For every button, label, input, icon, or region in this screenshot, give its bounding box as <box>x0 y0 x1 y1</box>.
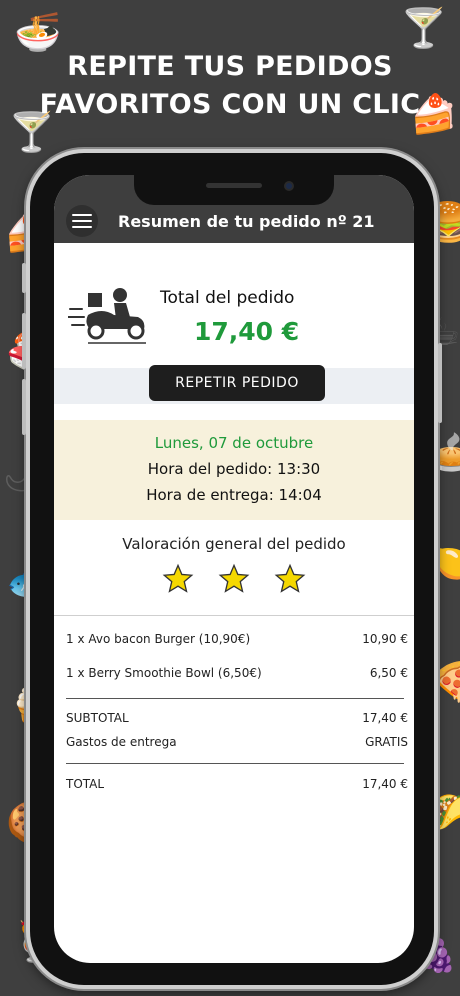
phone-power-button <box>438 343 442 423</box>
promo-headline: REPITE TUS PEDIDOS FAVORITOS CON UN CLIC <box>0 48 460 124</box>
order-item-row: 1 x Avo bacon Burger (10,90€) 10,90 € <box>66 632 408 646</box>
subtotal-label: SUBTOTAL <box>66 711 129 725</box>
items-divider <box>66 698 404 699</box>
item-description: 1 x Avo bacon Burger (10,90€) <box>66 632 251 646</box>
section-divider <box>54 615 414 616</box>
total-label: Total del pedido <box>160 288 295 308</box>
phone-screen: Resumen de tu pedido nº 21 Total del ped… <box>54 175 414 963</box>
phone-volume-up <box>22 313 26 369</box>
star-icon[interactable] <box>218 563 250 595</box>
cocktail-icon: 🍸 <box>400 6 448 50</box>
grand-total-value: 17,40 € <box>362 777 408 791</box>
delivery-rider-icon <box>68 288 146 344</box>
rating-stars <box>54 563 414 595</box>
rating-section: Valoración general del pedido <box>54 535 414 615</box>
phone-silent-switch <box>22 263 26 293</box>
delivery-time: Hora de entrega: 14:04 <box>146 486 322 504</box>
speaker-grille <box>206 183 262 188</box>
item-description: 1 x Berry Smoothie Bowl (6,50€) <box>66 666 262 680</box>
summary-divider <box>66 763 404 764</box>
order-date-section: Lunes, 07 de octubre Hora del pedido: 13… <box>54 420 414 520</box>
star-icon[interactable] <box>162 563 194 595</box>
item-price: 10,90 € <box>362 632 408 646</box>
delivery-fee-value: GRATIS <box>365 735 408 749</box>
rating-label: Valoración general del pedido <box>122 535 346 553</box>
subtotal-row: SUBTOTAL 17,40 € <box>66 711 408 725</box>
star-icon[interactable] <box>274 563 306 595</box>
front-camera <box>284 181 294 191</box>
delivery-fee-label: Gastos de entrega <box>66 735 177 749</box>
subtotal-value: 17,40 € <box>362 711 408 725</box>
order-day: Lunes, 07 de octubre <box>154 434 314 452</box>
phone-frame: Resumen de tu pedido nº 21 Total del ped… <box>22 149 442 989</box>
repeat-order-button[interactable]: REPETIR PEDIDO <box>149 365 325 401</box>
promo-line-1: REPITE TUS PEDIDOS <box>67 51 393 82</box>
page-title: Resumen de tu pedido nº 21 <box>118 212 375 231</box>
menu-icon[interactable] <box>66 205 98 237</box>
order-item-row: 1 x Berry Smoothie Bowl (6,50€) 6,50 € <box>66 666 408 680</box>
order-time: Hora del pedido: 13:30 <box>147 460 321 478</box>
phone-volume-down <box>22 379 26 435</box>
order-total-section: Total del pedido 17,40 € <box>54 243 414 365</box>
item-price: 6,50 € <box>369 666 408 680</box>
phone-notch <box>134 175 334 205</box>
grand-total-label: TOTAL <box>66 777 105 791</box>
delivery-fee-row: Gastos de entrega GRATIS <box>66 735 408 749</box>
grand-total-row: TOTAL 17,40 € <box>66 777 408 791</box>
promo-line-2: FAVORITOS CON UN CLIC <box>39 89 421 120</box>
total-amount: 17,40 € <box>194 317 300 346</box>
